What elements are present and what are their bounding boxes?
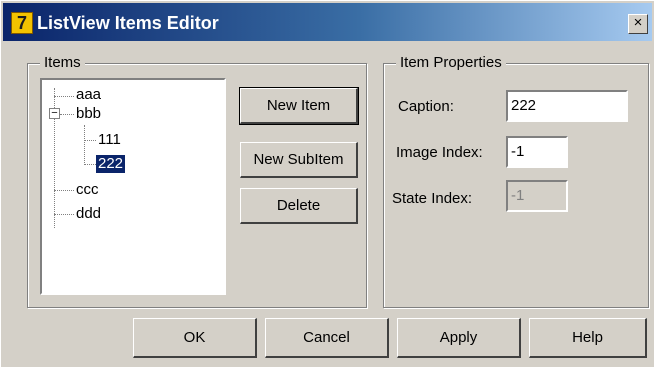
state-index-label: State Index: [392,190,473,207]
item-properties-group: Item Properties Caption: 222 Image Index… [383,54,649,308]
tree-item[interactable]: 111 [98,131,121,149]
items-tree[interactable]: − aaa bbb 111 222 ccc ddd [40,78,226,295]
tree-connector [54,214,74,215]
tree-item-selected[interactable]: 222 [96,155,126,173]
cancel-button[interactable]: Cancel [265,318,389,358]
apply-button[interactable]: Apply [397,318,521,358]
item-properties-title: Item Properties [396,54,506,71]
caption-label: Caption: [398,98,454,115]
title-bar[interactable]: 7 ListView Items Editor [3,3,652,41]
delete-button[interactable]: Delete [240,188,358,224]
listview-items-editor-dialog: 7 ListView Items Editor × Items − aaa bb… [0,0,655,368]
image-index-label: Image Index: [396,144,483,161]
tree-item[interactable]: ccc [76,181,99,199]
help-button[interactable]: Help [529,318,647,358]
items-group: Items − aaa bbb 111 222 ccc ddd New Item… [27,54,367,308]
app-icon: 7 [11,12,33,34]
tree-connector [84,125,85,165]
tree-item[interactable]: ddd [76,205,101,223]
new-item-button[interactable]: New Item [239,87,359,125]
tree-item[interactable]: bbb [76,105,101,123]
new-subitem-button[interactable]: New SubItem [240,142,358,178]
close-button[interactable]: × [628,14,648,34]
tree-item[interactable]: aaa [76,86,101,104]
tree-connector [54,96,74,97]
tree-connector [54,190,74,191]
close-icon: × [633,14,643,31]
tree-connector [60,114,74,115]
collapse-toggle-icon[interactable]: − [49,108,60,119]
ok-button[interactable]: OK [133,318,257,358]
window-title: ListView Items Editor [37,13,219,33]
tree-connector [84,164,96,165]
caption-field[interactable]: 222 [506,90,628,122]
image-index-field[interactable]: -1 [506,136,568,168]
state-index-field: -1 [506,180,568,212]
tree-connector [84,140,96,141]
items-group-title: Items [40,54,85,71]
